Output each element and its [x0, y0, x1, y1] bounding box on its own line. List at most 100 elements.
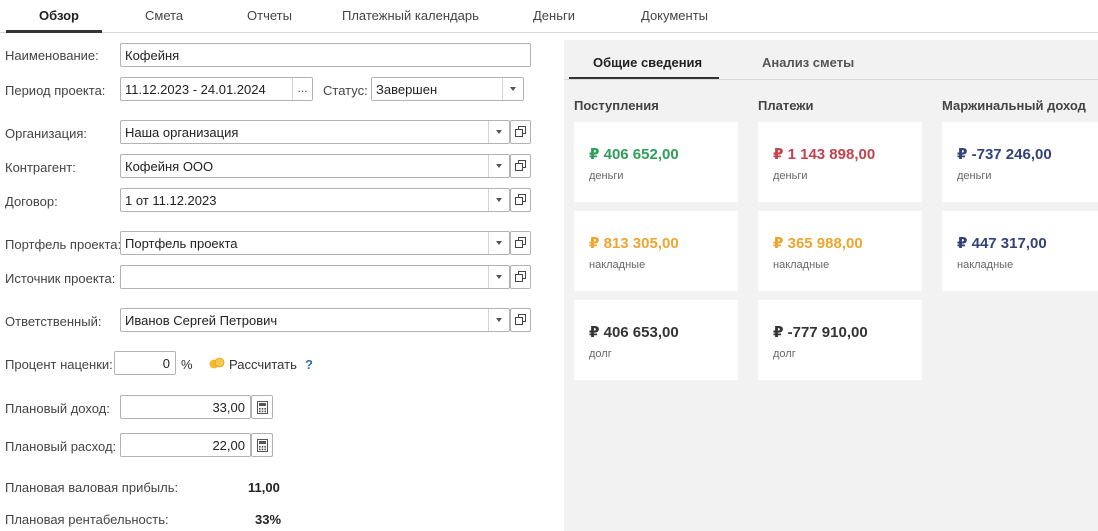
chevron-down-icon[interactable] — [502, 78, 523, 100]
active-panel-tab-indicator — [569, 77, 719, 79]
counterparty-select[interactable]: Кофейня ООО — [120, 154, 510, 178]
profitability-label: Плановая рентабельность: — [5, 512, 169, 527]
open-window-icon — [515, 314, 526, 325]
contract-value: 1 от 11.12.2023 — [125, 193, 217, 208]
payments-invoices-caption: накладные — [773, 259, 830, 271]
contract-label: Договор: — [5, 194, 58, 209]
tab-estimate-analysis[interactable]: Анализ сметы — [762, 55, 854, 70]
receipts-invoices-card: ₽ 813 305,00 накладные — [574, 211, 738, 291]
plan-expense-input[interactable]: 22,00 — [120, 433, 251, 457]
coins-icon — [209, 357, 225, 369]
gross-profit-value: 11,00 — [248, 480, 280, 495]
status-label: Статус: — [323, 83, 368, 98]
panel-tab-bar: Общие сведения Анализ сметы — [564, 40, 1098, 80]
markup-input[interactable]: 0 — [114, 351, 176, 375]
receipts-money-card: ₽ 406 652,00 деньги — [574, 122, 738, 202]
tab-reports[interactable]: Отчеты — [247, 8, 292, 23]
margin-money-card: ₽ -737 246,00 деньги — [942, 122, 1098, 202]
receipts-money-caption: деньги — [589, 170, 624, 182]
margin-heading: Маржинальный доход — [942, 98, 1086, 113]
calculate-label: Рассчитать — [229, 357, 297, 372]
portfolio-value: Портфель проекта — [125, 236, 238, 251]
organization-select[interactable]: Наша организация — [120, 120, 510, 144]
name-field[interactable]: Кофейня — [120, 43, 531, 67]
counterparty-label: Контрагент: — [5, 160, 76, 175]
contract-select[interactable]: 1 от 11.12.2023 — [120, 188, 510, 212]
portfolio-label: Портфель проекта: — [5, 237, 122, 252]
chevron-down-icon[interactable] — [488, 266, 509, 288]
tab-estimate[interactable]: Смета — [145, 8, 183, 23]
plan-income-input[interactable]: 33,00 — [120, 395, 251, 419]
status-select[interactable]: Завершен — [371, 77, 524, 101]
plan-expense-calculator-button[interactable] — [251, 433, 273, 457]
chevron-down-icon[interactable] — [488, 232, 509, 254]
calculator-icon — [257, 439, 268, 452]
open-window-icon — [515, 271, 526, 282]
tab-overview[interactable]: Обзор — [39, 8, 79, 23]
receipts-invoices-amount: ₽ 813 305,00 — [589, 235, 679, 252]
receipts-debt-caption: долг — [589, 348, 612, 360]
plan-expense-value: 22,00 — [212, 438, 245, 453]
top-tab-bar: Обзор Смета Отчеты Платежный календарь Д… — [0, 0, 1098, 33]
payments-money-caption: деньги — [773, 170, 808, 182]
plan-income-calculator-button[interactable] — [251, 395, 273, 419]
responsible-label: Ответственный: — [5, 314, 102, 329]
counterparty-value: Кофейня ООО — [125, 159, 214, 174]
payments-invoices-card: ₽ 365 988,00 накладные — [758, 211, 922, 291]
receipts-debt-card: ₽ 406 653,00 долг — [574, 300, 738, 380]
responsible-select[interactable]: Иванов Сергей Петрович — [120, 308, 510, 332]
margin-money-amount: ₽ -737 246,00 — [957, 146, 1052, 163]
portfolio-open-button[interactable] — [510, 231, 531, 255]
chevron-down-icon[interactable] — [488, 189, 509, 211]
summary-panel: Общие сведения Анализ сметы Поступления … — [564, 40, 1098, 531]
chevron-down-icon[interactable] — [488, 121, 509, 143]
open-window-icon — [515, 126, 526, 137]
organization-value: Наша организация — [125, 125, 239, 140]
source-label: Источник проекта: — [5, 271, 116, 286]
payments-debt-card: ₽ -777 910,00 долг — [758, 300, 922, 380]
open-window-icon — [515, 160, 526, 171]
name-value: Кофейня — [125, 48, 180, 63]
margin-invoices-caption: накладные — [957, 259, 1014, 271]
tab-money[interactable]: Деньги — [533, 8, 575, 23]
source-select[interactable] — [120, 265, 510, 289]
period-label: Период проекта: — [5, 83, 106, 98]
calculator-icon — [257, 401, 268, 414]
chevron-down-icon[interactable] — [488, 309, 509, 331]
portfolio-select[interactable]: Портфель проекта — [120, 231, 510, 255]
period-field[interactable]: 11.12.2023 - 24.01.2024 ... — [120, 77, 313, 101]
open-window-icon — [515, 237, 526, 248]
payments-heading: Платежи — [758, 98, 814, 113]
contract-open-button[interactable] — [510, 188, 531, 212]
receipts-debt-amount: ₽ 406 653,00 — [589, 324, 679, 341]
payments-money-card: ₽ 1 143 898,00 деньги — [758, 122, 922, 202]
period-value: 11.12.2023 - 24.01.2024 — [125, 82, 266, 97]
receipts-money-amount: ₽ 406 652,00 — [589, 146, 679, 163]
tab-documents[interactable]: Документы — [641, 8, 708, 23]
payments-money-amount: ₽ 1 143 898,00 — [773, 146, 876, 163]
status-value: Завершен — [376, 82, 438, 97]
counterparty-open-button[interactable] — [510, 154, 531, 178]
plan-expense-label: Плановый расход: — [5, 439, 117, 454]
markup-label: Процент наценки: — [5, 357, 113, 372]
tab-payment-calendar[interactable]: Платежный календарь — [342, 8, 479, 23]
open-window-icon — [515, 194, 526, 205]
tab-general-info[interactable]: Общие сведения — [593, 55, 702, 70]
payments-debt-caption: долг — [773, 348, 796, 360]
responsible-value: Иванов Сергей Петрович — [125, 313, 278, 328]
payments-debt-amount: ₽ -777 910,00 — [773, 324, 868, 341]
organization-open-button[interactable] — [510, 120, 531, 144]
chevron-down-icon[interactable] — [488, 155, 509, 177]
source-open-button[interactable] — [510, 265, 531, 289]
responsible-open-button[interactable] — [510, 308, 531, 332]
payments-invoices-amount: ₽ 365 988,00 — [773, 235, 863, 252]
margin-invoices-amount: ₽ 447 317,00 — [957, 235, 1047, 252]
receipts-heading: Поступления — [574, 98, 659, 113]
receipts-invoices-caption: накладные — [589, 259, 646, 271]
name-label: Наименование: — [5, 48, 99, 63]
help-icon[interactable]: ? — [305, 357, 313, 372]
profitability-value: 33% — [255, 512, 282, 527]
active-tab-indicator — [6, 30, 102, 33]
markup-value: 0 — [162, 356, 170, 371]
period-select-button[interactable]: ... — [292, 78, 312, 100]
